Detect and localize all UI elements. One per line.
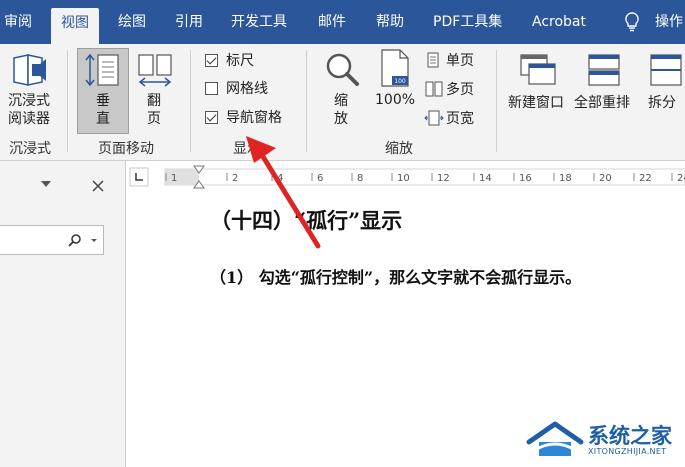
ruler-tick-label: 20	[599, 173, 612, 184]
ribbon: 沉浸式 阅读器 沉浸式 垂 直 翻 页 页面移动 标尺 网格线 导航窗格 显示 …	[0, 44, 685, 161]
arrange-all-button[interactable]: 全部重排	[574, 92, 630, 112]
navigation-pane-label: 导航窗格	[226, 110, 282, 126]
document-heading: （十四）“孤行”显示	[210, 208, 403, 233]
ruler-tick-label: 14	[479, 173, 492, 184]
arrange-all-icon	[588, 54, 620, 86]
tab-pdf-tools[interactable]: PDF工具集	[433, 0, 502, 44]
hundred-percent-icon: 100	[381, 49, 409, 87]
ruler-tick-label: 4	[277, 173, 283, 184]
group-separator	[496, 50, 497, 152]
multiple-pages-button[interactable]: 多页	[446, 79, 474, 99]
ruler-tick-label: 10	[397, 173, 410, 184]
ruler-tick-label: 6	[317, 173, 323, 184]
nav-pane-options-icon[interactable]	[40, 180, 52, 188]
close-icon[interactable]	[91, 179, 105, 193]
tab-help[interactable]: 帮助	[376, 0, 404, 44]
group-separator	[67, 50, 68, 152]
search-icon[interactable]	[68, 233, 82, 247]
immersive-reader-button[interactable]: 沉浸式 阅读器	[8, 92, 50, 128]
gridlines-checkbox[interactable]	[205, 82, 218, 95]
group-label-show: 显示	[233, 141, 261, 157]
tab-acrobat[interactable]: Acrobat	[532, 0, 586, 44]
group-separator	[306, 50, 307, 152]
group-label-immersive: 沉浸式	[9, 141, 51, 157]
ruler-label: 标尺	[226, 53, 254, 69]
new-window-icon	[520, 54, 556, 85]
tab-references[interactable]: 引用	[175, 0, 203, 44]
page-width-icon	[424, 110, 444, 126]
tab-draw[interactable]: 绘图	[118, 0, 146, 44]
group-separator	[190, 50, 191, 152]
tab-view[interactable]: 视图	[51, 8, 99, 44]
ruler-checkbox[interactable]	[205, 54, 218, 67]
vertical-label: 垂 直	[96, 93, 110, 127]
tab-tell-me[interactable]: 操作	[655, 0, 683, 44]
magnifier-icon	[326, 53, 359, 86]
document-paragraph: （1） 勾选“孤行控制”，那么文字就不会孤行显示。	[210, 268, 582, 287]
group-label-zoom: 缩放	[385, 141, 413, 157]
search-options-chevron-icon[interactable]	[90, 238, 98, 243]
group-label-page-move: 页面移动	[98, 141, 154, 157]
split-icon	[650, 54, 682, 86]
page-width-button[interactable]: 页宽	[446, 108, 474, 128]
site-logo-icon	[526, 421, 584, 456]
search-input[interactable]	[0, 225, 104, 255]
immersive-reader-icon	[13, 54, 46, 86]
multiple-pages-icon	[425, 81, 443, 97]
ruler-tick-label: 8	[357, 173, 363, 184]
ribbon-tab-bar: 审阅 视图 绘图 引用 开发工具 邮件 帮助 PDF工具集 Acrobat 操作	[0, 0, 685, 44]
navigation-pane	[0, 161, 126, 467]
ruler-tick-label: 16	[519, 173, 532, 184]
ruler-scale: 124681012141618202224	[129, 165, 685, 189]
tab-review[interactable]: 审阅	[4, 0, 32, 44]
tab-developer[interactable]: 开发工具	[231, 0, 287, 44]
ruler-tick-label: 1	[171, 173, 177, 184]
lightbulb-icon[interactable]	[623, 12, 641, 32]
horizontal-ruler[interactable]: 124681012141618202224	[127, 163, 685, 189]
zoom-button[interactable]: 缩 放	[334, 92, 348, 128]
watermark-url: XITONGZHIJIA.NET	[588, 447, 667, 456]
ruler-tick-label: 2	[232, 173, 238, 184]
svg-text:100: 100	[394, 78, 406, 85]
split-button[interactable]: 拆分	[648, 92, 676, 112]
vertical-scroll-icon	[85, 53, 119, 87]
ruler-tick-label: 12	[437, 173, 450, 184]
gridlines-label: 网格线	[226, 81, 268, 97]
hundred-percent-button[interactable]: 100%	[375, 92, 415, 108]
navigation-pane-checkbox[interactable]	[205, 111, 218, 124]
ruler-tick-label: 22	[639, 173, 652, 184]
ruler-tick-label: 18	[559, 173, 572, 184]
watermark-name: 系统之家	[588, 424, 672, 448]
side-to-side-button[interactable]: 翻 页	[147, 92, 161, 128]
one-page-icon	[427, 52, 439, 68]
side-to-side-icon	[138, 54, 172, 87]
new-window-button[interactable]: 新建窗口	[508, 92, 564, 112]
one-page-button[interactable]: 单页	[446, 50, 474, 70]
tab-mailings[interactable]: 邮件	[318, 0, 346, 44]
ruler-tick-label: 24	[677, 173, 685, 184]
